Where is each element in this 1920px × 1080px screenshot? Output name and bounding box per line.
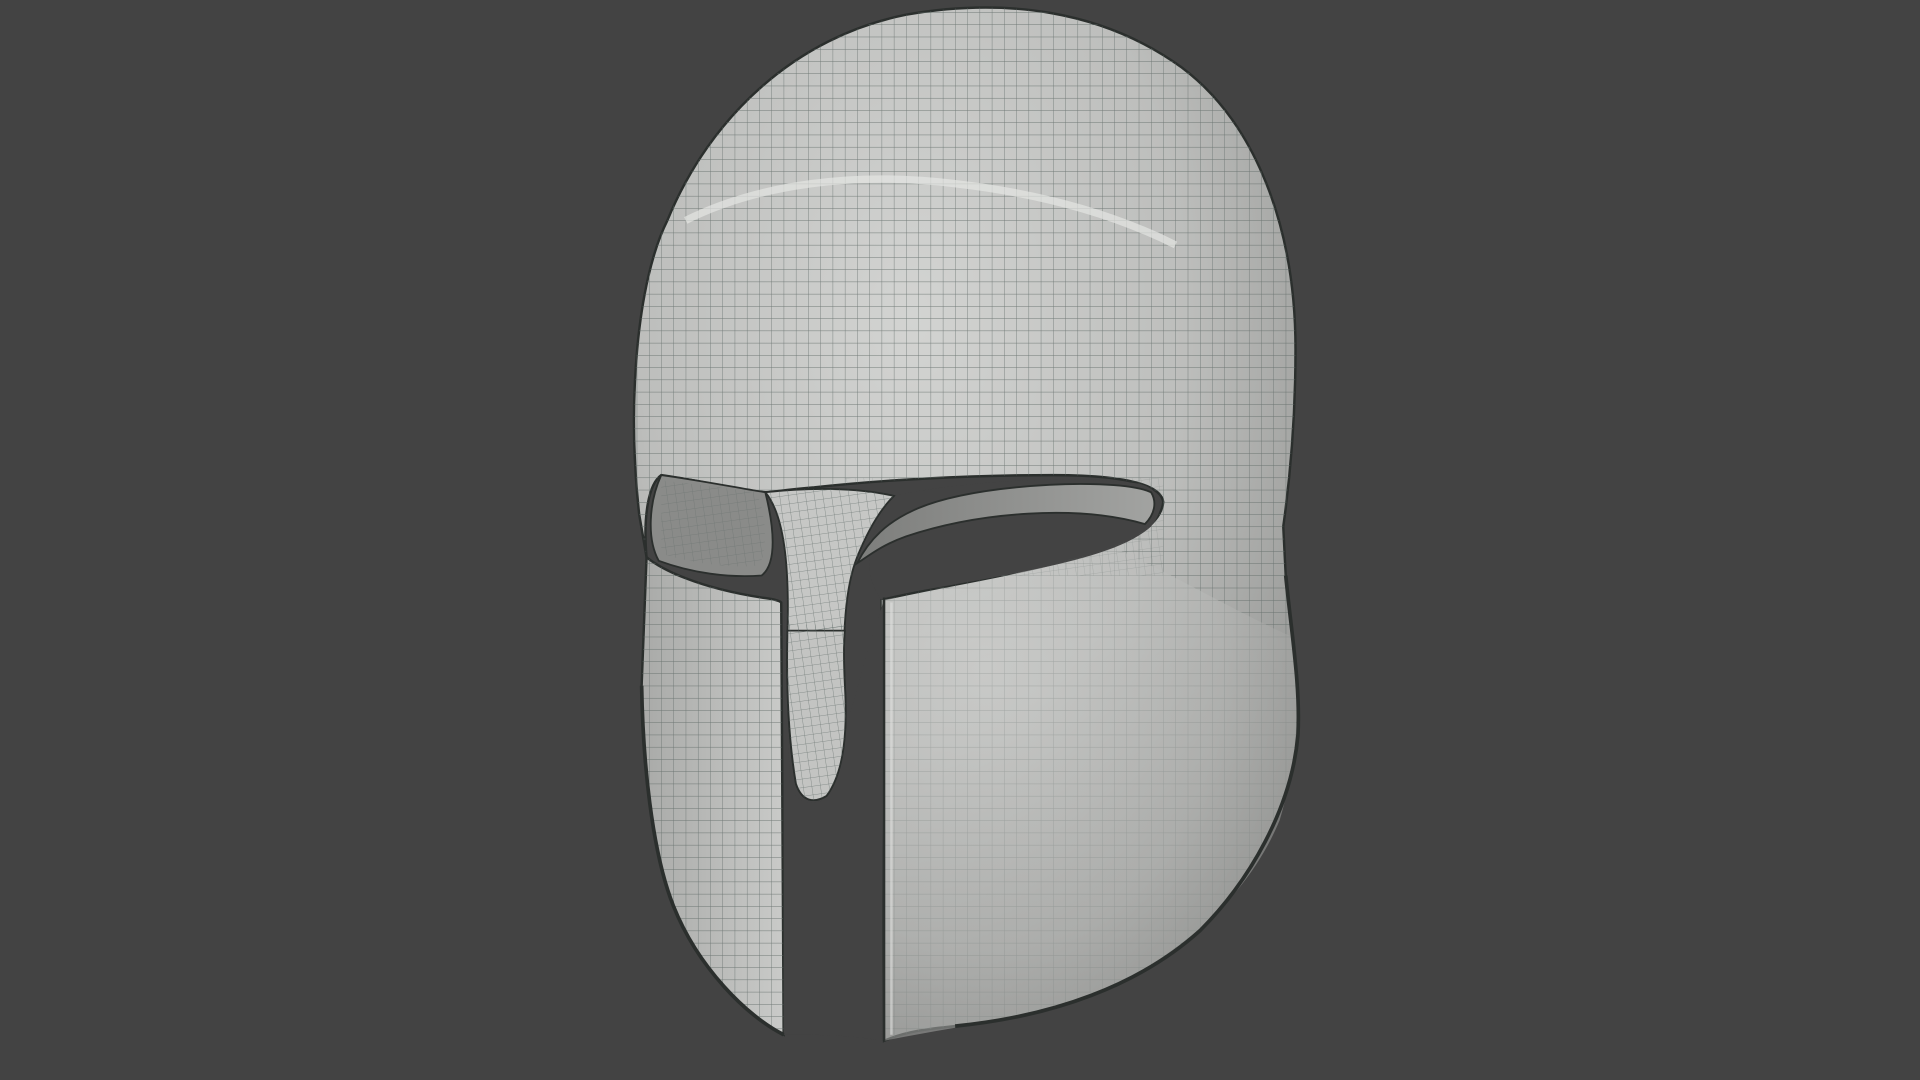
helmet-model[interactable]	[0, 0, 1920, 1080]
right-cheek-shade	[881, 544, 1297, 1041]
3d-viewport[interactable]	[0, 0, 1920, 1080]
